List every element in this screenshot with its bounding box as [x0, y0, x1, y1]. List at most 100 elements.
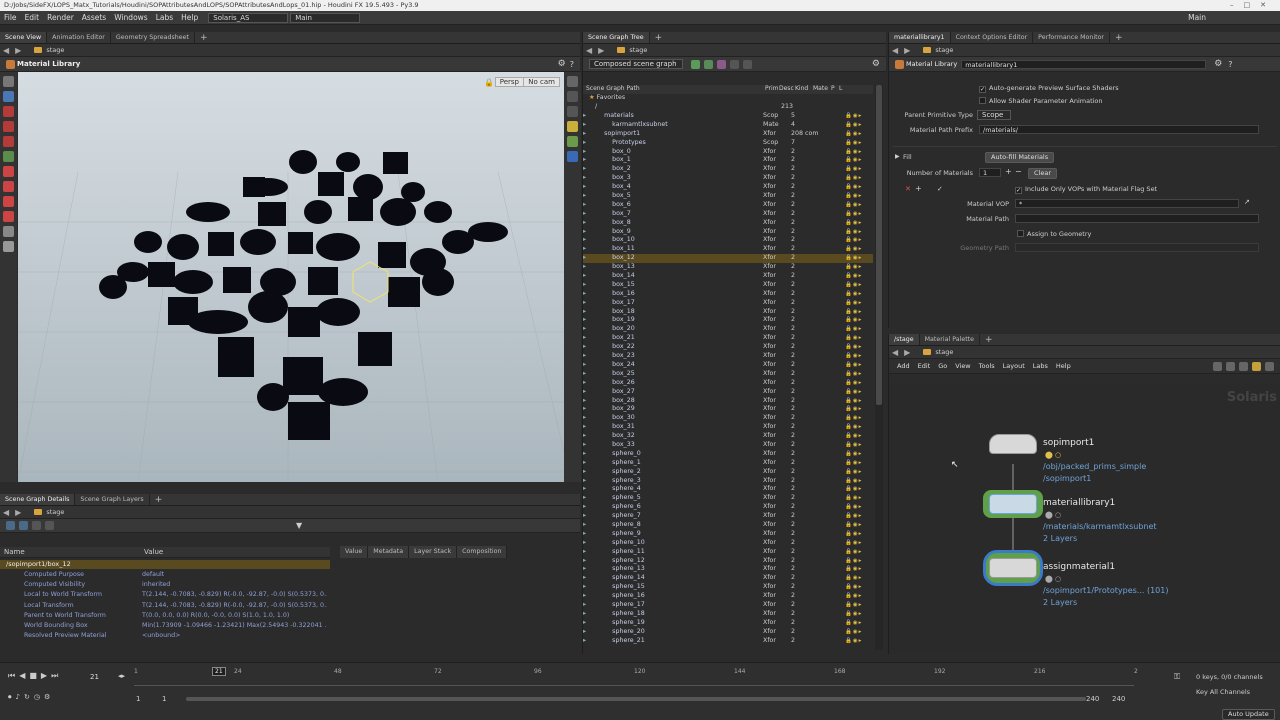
detail-property-row[interactable]: Parent to World Transform T(0.0, 0.0, 0.0…	[0, 611, 330, 621]
tree-row[interactable]: ▸ box_13 Xfor 2 🔒◉▸	[583, 263, 873, 272]
menu-help[interactable]: Help	[177, 13, 202, 22]
visibility-flags-icon[interactable]: 🔒◉▸	[845, 228, 862, 237]
visibility-flags-icon[interactable]: 🔒◉▸	[845, 450, 862, 459]
tree-row[interactable]: ▸ box_16 Xfor 2 🔒◉▸	[583, 290, 873, 299]
material-icon[interactable]	[704, 59, 713, 69]
add-tab-icon[interactable]: +	[980, 334, 998, 345]
tree-row[interactable]: ▸ box_1 Xfor 2 🔒◉▸	[583, 156, 873, 165]
tree-row[interactable]: ▸ sphere_8 Xfor 2 🔒◉▸	[583, 521, 873, 530]
menu-file[interactable]: File	[0, 13, 21, 22]
tab-value[interactable]: Value	[340, 546, 369, 558]
param-help-icon[interactable]: ?	[1228, 60, 1232, 69]
material-path-field[interactable]	[1015, 214, 1259, 223]
key-all-channels-button[interactable]: Key All Channels	[1196, 688, 1250, 696]
tree-row[interactable]: ▸ sphere_9 Xfor 2 🔒◉▸	[583, 530, 873, 539]
visibility-flags-icon[interactable]: 🔒◉▸	[845, 539, 862, 548]
add-tab-icon[interactable]: +	[150, 494, 168, 505]
camera-dropdown[interactable]: No cam	[523, 77, 560, 87]
columns-icon[interactable]	[19, 521, 28, 530]
visibility-flags-icon[interactable]: 🔒◉▸	[845, 432, 862, 441]
autofill-button[interactable]: Auto-fill Materials	[985, 152, 1055, 163]
tab-materiallibrary1[interactable]: materiallibrary1	[889, 32, 951, 43]
grid-icon[interactable]	[45, 521, 54, 530]
select-tool-icon[interactable]	[3, 76, 14, 87]
scene-view-path[interactable]: stage	[46, 46, 64, 54]
visibility-flags-icon[interactable]: 🔒◉▸	[845, 130, 862, 139]
tree-row[interactable]: ▸ sphere_16 Xfor 2 🔒◉▸	[583, 592, 873, 601]
visibility-flags-icon[interactable]: 🔒◉▸	[845, 361, 862, 370]
visibility-flags-icon[interactable]: 🔒◉▸	[845, 601, 862, 610]
num-materials-field[interactable]: 1	[979, 168, 1001, 177]
visibility-flags-icon[interactable]: 🔒◉▸	[845, 477, 862, 486]
visibility-flags-icon[interactable]: 🔒◉▸	[845, 379, 862, 388]
visibility-flags-icon[interactable]: 🔒◉▸	[845, 619, 862, 628]
forward-arrow-icon[interactable]: ▶	[12, 508, 24, 517]
visibility-flags-icon[interactable]: 🔒◉▸	[845, 245, 862, 254]
tree-row[interactable]: ▸ box_5 Xfor 2 🔒◉▸	[583, 192, 873, 201]
tab-context-options[interactable]: Context Options Editor	[951, 32, 1034, 43]
menu-edit[interactable]: Edit	[21, 13, 44, 22]
visibility-flags-icon[interactable]: 🔒◉▸	[845, 592, 862, 601]
visibility-flags-icon[interactable]: 🔒◉▸	[845, 530, 862, 539]
tree-row[interactable]: ▸ box_12 Xfor 2 🔒◉▸	[583, 254, 873, 264]
visibility-flags-icon[interactable]: 🔒◉▸	[845, 485, 862, 494]
material-vop-field[interactable]: *	[1015, 199, 1239, 208]
tree-row[interactable]: ▸ sopimport1 Xfor 208 com 🔒◉▸	[583, 130, 873, 139]
tree-row[interactable]: ▸ box_17 Xfor 2 🔒◉▸	[583, 299, 873, 308]
network-menu-tools[interactable]: Tools	[975, 362, 999, 370]
tree-row[interactable]: ▸ box_9 Xfor 2 🔒◉▸	[583, 228, 873, 237]
network-search-icon[interactable]	[1265, 361, 1274, 371]
menu-labs[interactable]: Labs	[152, 13, 177, 22]
tree-row[interactable]: ▸ sphere_7 Xfor 2 🔒◉▸	[583, 512, 873, 521]
tree-row[interactable]: ▸ box_23 Xfor 2 🔒◉▸	[583, 352, 873, 361]
visibility-flags-icon[interactable]: 🔒◉▸	[845, 637, 862, 646]
visibility-flags-icon[interactable]: 🔒◉▸	[845, 236, 862, 245]
tree-row[interactable]: ▸ sphere_21 Xfor 2 🔒◉▸	[583, 637, 873, 646]
visibility-flags-icon[interactable]: 🔒◉▸	[845, 334, 862, 343]
tree-row[interactable]: ▸ box_19 Xfor 2 🔒◉▸	[583, 316, 873, 325]
visibility-flags-icon[interactable]: 🔒◉▸	[845, 610, 862, 619]
forward-arrow-icon[interactable]: ▶	[595, 46, 607, 55]
stop-icon[interactable]: ■	[29, 671, 37, 681]
tree-row[interactable]: ▸ box_10 Xfor 2 🔒◉▸	[583, 236, 873, 245]
tree-row[interactable]: ▸ box_21 Xfor 2 🔒◉▸	[583, 334, 873, 343]
tree-row[interactable]: ▸ materials Scop 5 🔒◉▸	[583, 112, 873, 121]
context-selector[interactable]: Main	[290, 12, 361, 23]
filter-icon[interactable]: ▼	[296, 521, 302, 530]
menu-render[interactable]: Render	[43, 13, 78, 22]
visibility-flags-icon[interactable]: 🔒◉▸	[845, 628, 862, 637]
tree-row[interactable]: ▸ box_11 Xfor 2 🔒◉▸	[583, 245, 873, 254]
step-frame-icon[interactable]: ◂▸	[118, 672, 125, 680]
visibility-flags-icon[interactable]: 🔒◉▸	[845, 370, 862, 379]
assign-checkbox[interactable]	[1017, 230, 1024, 237]
tree-row[interactable]: ▸ box_14 Xfor 2 🔒◉▸	[583, 272, 873, 281]
tab-scene-graph-layers[interactable]: Scene Graph Layers	[75, 494, 150, 505]
color-palette-icon[interactable]	[1252, 361, 1261, 371]
info-icon[interactable]	[730, 59, 739, 69]
move-tool-icon[interactable]	[3, 136, 14, 147]
mat-prefix-field[interactable]: /materials/	[979, 125, 1259, 134]
geometry-path-field[interactable]	[1015, 243, 1259, 252]
visibility-flags-icon[interactable]: 🔒◉▸	[845, 574, 862, 583]
detail-property-row[interactable]: Resolved Preview Material <unbound>	[0, 631, 330, 641]
param-path[interactable]: stage	[935, 46, 953, 54]
visibility-flags-icon[interactable]: 🔒◉▸	[845, 352, 862, 361]
visibility-flags-icon[interactable]: 🔒◉▸	[845, 121, 862, 130]
tree-path[interactable]: stage	[629, 46, 647, 54]
settings-icon[interactable]: ⚙	[44, 693, 50, 702]
tree-scroll-thumb[interactable]	[876, 85, 882, 405]
visibility-flags-icon[interactable]: 🔒◉▸	[845, 201, 862, 210]
play-reverse-icon[interactable]: ◀	[19, 671, 25, 681]
lock-view-icon[interactable]	[567, 91, 578, 102]
network-menu-edit[interactable]: Edit	[914, 362, 935, 370]
lock-tool-icon[interactable]	[3, 91, 14, 102]
tree-row[interactable]: ▸ sphere_19 Xfor 2 🔒◉▸	[583, 619, 873, 628]
tree-row[interactable]: ▸ box_20 Xfor 2 🔒◉▸	[583, 325, 873, 334]
tab-scene-graph-details[interactable]: Scene Graph Details	[0, 494, 76, 505]
details-prim-row[interactable]: /sopimport1/box_12	[0, 560, 330, 569]
detail-property-row[interactable]: Local Transform T(2.144, -0.7083, -0.829)…	[0, 601, 330, 611]
viewport-lock-icon[interactable]: 🔒	[484, 78, 494, 87]
menu-windows[interactable]: Windows	[110, 13, 151, 22]
visibility-flags-icon[interactable]: 🔒◉▸	[845, 192, 862, 201]
visibility-flags-icon[interactable]: 🔒◉▸	[845, 308, 862, 317]
